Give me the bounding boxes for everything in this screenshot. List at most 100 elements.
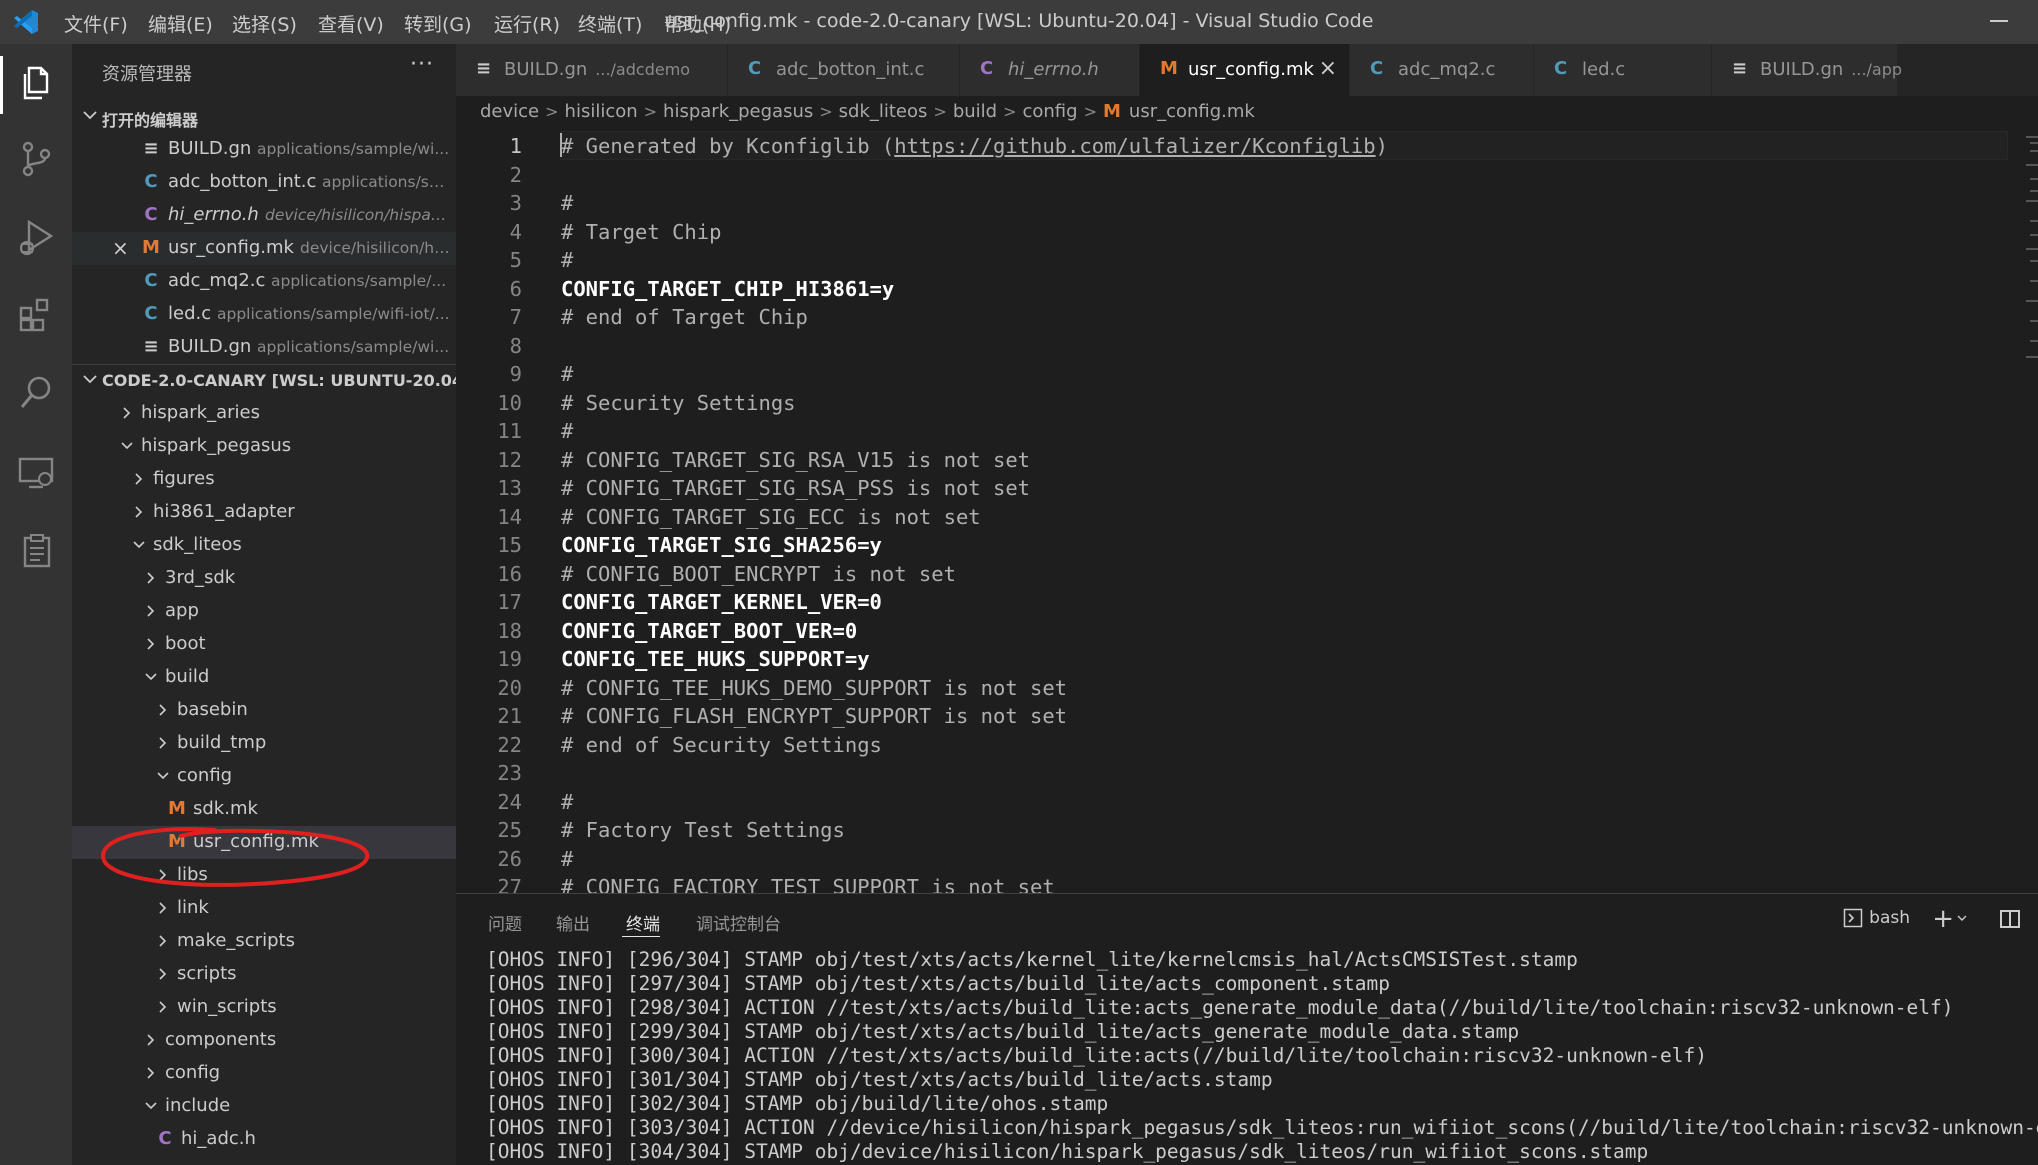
close-icon[interactable]: × (1319, 56, 1337, 81)
tree-item-config[interactable]: config (72, 760, 456, 793)
open-editor-item[interactable]: Chi_errno.h device/hisilicon/hispark... (72, 199, 456, 232)
code-line: 2 (456, 163, 2038, 192)
remote-explorer-icon[interactable] (15, 452, 57, 494)
open-editor-item[interactable]: Cled.c applications/sample/wifi-iot/... (72, 298, 456, 331)
tree-item-basebin[interactable]: basebin (72, 694, 456, 727)
tree-item-build-tmp[interactable]: build_tmp (72, 727, 456, 760)
close-icon[interactable]: × (112, 236, 129, 260)
minimize-button[interactable] (1990, 20, 2008, 22)
tree-item-sdk-liteos[interactable]: sdk_liteos (72, 529, 456, 562)
terminal-name: bash (1869, 908, 1910, 928)
code-text: CONFIG_TARGET_CHIP_HI3861=y (561, 277, 894, 301)
breadcrumb-item[interactable]: hisilicon (565, 101, 638, 122)
title-bar: 文件(F) 编辑(E) 选择(S) 查看(V) 转到(G) 运行(R) 终端(T) 帮助(H)… (0, 0, 2038, 44)
breadcrumb-separator: > (545, 101, 559, 121)
tab-adc-mq2-c[interactable]: Cadc_mq2.c (1350, 44, 1534, 96)
tab-build-gn[interactable]: ≡ BUILD.gn .../app (1712, 44, 1902, 96)
line-number: 11 (497, 419, 522, 443)
overview-mark (2026, 136, 2038, 138)
open-editor-item[interactable]: ≡ BUILD.gn applications/sample/wi... (72, 133, 456, 166)
run-debug-icon[interactable] (15, 216, 57, 258)
breadcrumb-item[interactable]: sdk_liteos (839, 101, 928, 122)
tab-label: BUILD.gn .../adcdemo (504, 59, 690, 80)
tree-item-build[interactable]: build (72, 661, 456, 694)
panel-tab[interactable]: 问题 (488, 910, 522, 935)
folder-label: config (165, 1062, 221, 1083)
clipboard-icon[interactable] (15, 530, 57, 572)
workspace-header[interactable]: CODE-2.0-CANARY [WSL: UBUNTU-20.04] (72, 364, 456, 396)
code-link[interactable]: https://github.com/ulfalizer/Kconfiglib (894, 134, 1375, 158)
panel-tab[interactable]: 调试控制台 (696, 910, 781, 935)
split-terminal-button[interactable] (2000, 910, 2020, 928)
open-editor-item[interactable]: × Musr_config.mk device/hisilicon/hi... (72, 232, 456, 265)
tab-hi-errno-h[interactable]: Chi_errno.h (960, 44, 1140, 96)
tree-item-app[interactable]: app (72, 595, 456, 628)
terminal-line: [OHOS INFO] [303/304] ACTION //device/hi… (486, 1116, 2038, 1139)
tree-item-link[interactable]: link (72, 892, 456, 925)
code-line: 8 (456, 334, 2038, 363)
tab-adc-botton-int-c[interactable]: Cadc_botton_int.c (728, 44, 960, 96)
new-terminal-button[interactable]: + (1932, 904, 1954, 934)
tab-name: led.c (1582, 59, 1626, 80)
code-text: # CONFIG_BOOT_ENCRYPT is not set (561, 562, 956, 586)
more-actions-button[interactable]: ··· (410, 52, 434, 77)
open-editor-item[interactable]: Cadc_mq2.c applications/sample/... (72, 265, 456, 298)
breadcrumb-item[interactable]: build (953, 101, 997, 122)
chevron-right-icon (135, 473, 143, 485)
file-name: hi_errno.h (168, 204, 259, 225)
text-cursor (560, 133, 562, 157)
tree-item-make-scripts[interactable]: make_scripts (72, 925, 456, 958)
code-token: CONFIG_TARGET_KERNEL_VER=0 (561, 590, 882, 614)
tree-item-libs[interactable]: libs (72, 859, 456, 892)
tree-item-hi3861-adapter[interactable]: hi3861_adapter (72, 496, 456, 529)
tree-item-hi-adc-h[interactable]: Chi_adc.h (72, 1123, 456, 1156)
extensions-icon[interactable] (15, 294, 57, 336)
breadcrumb-item[interactable]: device (480, 101, 539, 122)
sidebar-title: 资源管理器 (102, 64, 192, 85)
makefile-icon: M (1160, 58, 1178, 79)
code-line: 14 # CONFIG_TARGET_SIG_ECC is not set (456, 505, 2038, 534)
tree-item-components[interactable]: components (72, 1024, 456, 1057)
chevron-right-icon (135, 506, 143, 518)
code-token: ) (1375, 134, 1388, 158)
tree-item-hispark-aries[interactable]: hispark_aries (72, 397, 456, 430)
file-path: device/hisilicon/hispark... (265, 206, 452, 224)
tree-item-hispark-pegasus[interactable]: hispark_pegasus (72, 430, 456, 463)
tree-item-figures[interactable]: figures (72, 463, 456, 496)
chevron-right-icon (159, 737, 167, 749)
overview-mark (2026, 300, 2038, 302)
tree-item-3rd-sdk[interactable]: 3rd_sdk (72, 562, 456, 595)
tree-item-win-scripts[interactable]: win_scripts (72, 991, 456, 1024)
tree-item-usr-config-mk[interactable]: Musr_config.mk (72, 826, 456, 859)
search-icon[interactable] (15, 372, 57, 414)
code-text: CONFIG_TARGET_BOOT_VER=0 (561, 619, 857, 643)
overview-mark (2030, 340, 2038, 342)
source-control-icon[interactable] (15, 138, 57, 180)
tree-item-config[interactable]: config (72, 1057, 456, 1090)
terminal-selector[interactable]: bash (1843, 908, 1910, 928)
terminal-line: [OHOS INFO] [298/304] ACTION //test/xts/… (486, 996, 1954, 1019)
chevron-down-icon[interactable] (1956, 912, 1968, 924)
overview-mark (2026, 200, 2038, 202)
open-editors-header[interactable]: 打开的编辑器 (72, 101, 456, 133)
overview-ruler[interactable] (2024, 130, 2038, 370)
line-number: 17 (497, 590, 522, 614)
panel-tab[interactable]: 输出 (556, 910, 590, 935)
tree-item-include[interactable]: include (72, 1090, 456, 1123)
line-number: 4 (509, 219, 522, 244)
file-name: adc_botton_int.c (168, 171, 317, 192)
open-editor-item[interactable]: ≡ BUILD.gn applications/sample/wi... (72, 331, 456, 364)
open-editor-item[interactable]: Cadc_botton_int.c applications/sa... (72, 166, 456, 199)
tree-item-sdk-mk[interactable]: Msdk.mk (72, 793, 456, 826)
files-icon[interactable] (15, 62, 57, 104)
code-editor[interactable]: 1 # Generated by Kconfiglib (https://gith… (456, 130, 2038, 893)
tab-build-gn[interactable]: ≡ BUILD.gn .../adcdemo (456, 44, 728, 96)
panel-tab[interactable]: 终端 (626, 910, 660, 935)
breadcrumb-item[interactable]: config (1022, 101, 1077, 122)
tree-item-scripts[interactable]: scripts (72, 958, 456, 991)
tab-led-c[interactable]: Cled.c (1534, 44, 1712, 96)
breadcrumb-item[interactable]: hispark_pegasus (663, 101, 813, 122)
tab-usr-config-mk[interactable]: Musr_config.mk × (1140, 44, 1350, 96)
breadcrumb-file[interactable]: usr_config.mk (1129, 101, 1255, 122)
tree-item-boot[interactable]: boot (72, 628, 456, 661)
